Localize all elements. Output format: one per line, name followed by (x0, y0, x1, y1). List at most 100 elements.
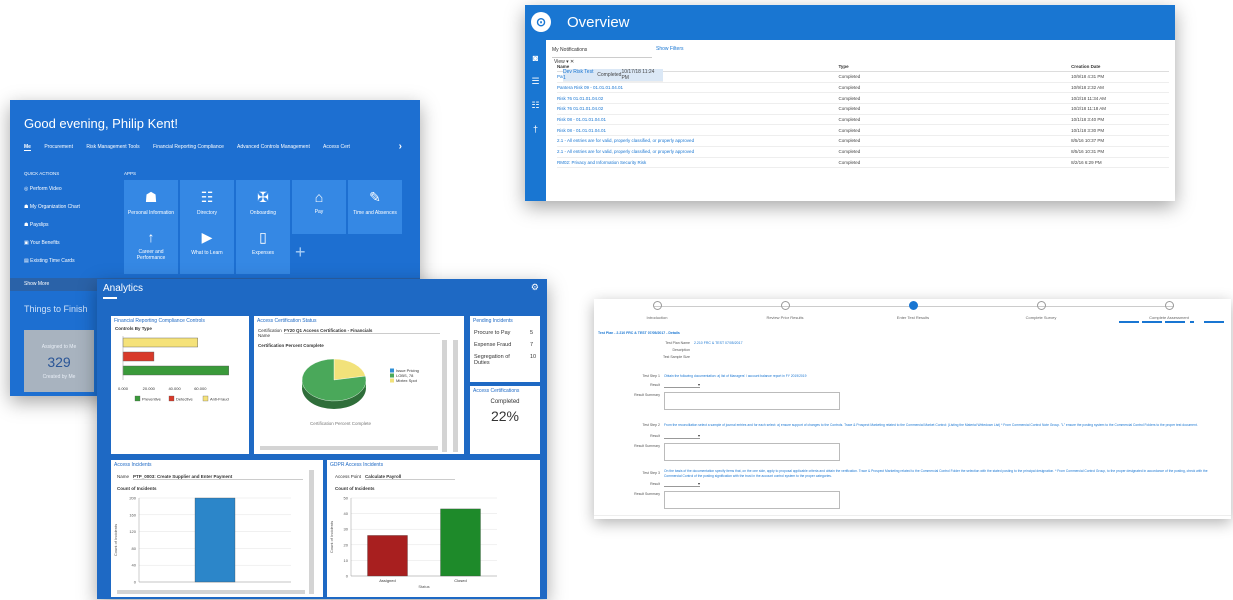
quick-action-item[interactable]: ◎ Perform Video (24, 186, 62, 192)
table-row[interactable]: 2.1 - All entries are for valid, properl… (557, 135, 1169, 147)
row-name[interactable]: 2.1 - All entries are for valid, properl… (557, 135, 839, 147)
panel-title: Access Certification Status (257, 318, 317, 324)
result-summary-textarea[interactable] (664, 491, 840, 509)
quick-action-label: Payslips (29, 222, 49, 228)
pending-incidents-panel: Pending Incidents Procure to Pay 5 Expen… (470, 316, 540, 382)
benefits-icon: ▣ (24, 240, 29, 246)
row-name[interactable]: Risk 08 - 01.01.01.04.01 (557, 114, 839, 126)
gear-icon[interactable]: ⚙ (531, 282, 539, 293)
app-logo-icon[interactable]: ⊙ (531, 12, 551, 32)
table-row[interactable]: Risk 76 01.01.01.04.02 Completed 10/2/18 1… (557, 103, 1169, 115)
table-row[interactable]: Dev Risk Test 1 Completed 10/17/18 11:24 P… (563, 69, 663, 82)
row-type: Completed (838, 103, 1072, 115)
add-tile-icon[interactable]: + (295, 242, 306, 263)
tab-risk-management-tools[interactable]: Risk Management Tools (86, 144, 139, 150)
y-tick-label: 20 (344, 542, 349, 547)
row-name[interactable]: Risk 76 01.01.01.04.02 (557, 92, 839, 105)
vertical-scrollbar[interactable] (453, 340, 458, 452)
tab-financial-reporting-compliance[interactable]: Financial Reporting Compliance (153, 144, 224, 150)
y-tick-label: 30 (344, 527, 349, 532)
test-step-text: Obtain the following documentation: a) l… (664, 374, 807, 378)
incident-name-select[interactable]: PTP_0003: Create Supplier and Enter Paym… (133, 474, 303, 480)
incident-label[interactable]: Expense Fraud (474, 342, 511, 348)
row-date: 10/17/18 11:24 PM (621, 69, 663, 82)
y-tick-label: 120 (129, 529, 136, 534)
assigned-to-me-card[interactable]: Assigned to Me 329 Created by Me (24, 330, 94, 392)
test-plan-window: Introduction Review Prior Results Enter … (594, 299, 1231, 519)
quick-action-item[interactable]: ☗ My Organization Chart (24, 204, 80, 210)
row-name[interactable]: Pantera Risk 09 - 01.01.01.04.01 (557, 82, 839, 94)
legend-swatch (390, 373, 394, 378)
divider (594, 515, 1231, 516)
tab-me[interactable]: Me (24, 144, 31, 151)
access-certifications-panel: Access Certifications Completed 22% (470, 386, 540, 454)
notifications-select[interactable]: My Notifications (552, 47, 652, 58)
list-icon[interactable]: ☰ (525, 76, 546, 87)
app-tile-expenses[interactable]: ▯ Expenses (236, 220, 290, 274)
home-tab-bar: Me Procurement Risk Management Tools Fin… (24, 141, 414, 152)
column-header-date[interactable]: Creation Date (1071, 62, 1169, 72)
step-review-prior-results[interactable]: Review Prior Results (730, 301, 840, 320)
step-circle-icon (780, 301, 790, 310)
table-row[interactable]: RM02: Privacy and Information Security R… (557, 157, 1169, 169)
incident-label[interactable]: Segregation of Duties (474, 354, 522, 366)
analytics-window: Analytics ⚙ Financial Reporting Complian… (97, 279, 547, 599)
table-row[interactable]: 2.1 - All entries are for valid, properl… (557, 146, 1169, 158)
person-icon[interactable]: † (525, 124, 546, 134)
step-complete-assessment[interactable]: Complete Assessment (1114, 301, 1224, 320)
test-plan-name-link[interactable]: 2.210 FRC & TEST 07/05/2017 (694, 341, 743, 345)
quick-action-item[interactable]: ☗ Payslips (24, 222, 49, 228)
legend-swatch (390, 378, 394, 383)
vertical-scrollbar[interactable] (309, 470, 314, 594)
incident-label[interactable]: Procure to Pay (474, 330, 510, 336)
frc-controls-panel: Financial Reporting Compliance Controls … (111, 316, 249, 454)
tabs-next-arrow-icon[interactable]: › (399, 141, 402, 152)
row-name[interactable]: RM02: Privacy and Information Security R… (557, 157, 839, 169)
group-icon[interactable]: ☷ (525, 100, 546, 111)
result-dropdown[interactable]: ▾ (664, 433, 700, 439)
tab-access-cert[interactable]: Access Cert (323, 144, 350, 150)
step-introduction[interactable]: Introduction (602, 301, 712, 320)
cert-name-select[interactable]: FY20 Q1 Access Certification - Financial… (284, 328, 440, 334)
show-filters-link[interactable]: Show Filters (656, 46, 684, 52)
app-tile-time-and-absences[interactable]: ✎ Time and Absences (348, 180, 402, 234)
app-tile-pay[interactable]: ⌂ Pay (292, 180, 346, 234)
app-tile-career-and-performance[interactable]: ↑ Career and Performance (124, 220, 178, 274)
horizontal-scrollbar[interactable] (260, 446, 438, 450)
column-header-type[interactable]: Type (838, 62, 1072, 72)
row-name[interactable]: Dev Risk Test 1 (563, 69, 598, 82)
completed-label: Completed (490, 399, 520, 405)
tab-advanced-controls-management[interactable]: Advanced Controls Management (237, 144, 310, 150)
analytics-title: Analytics (103, 283, 144, 294)
y-tick-label: 40 (132, 563, 137, 568)
x-tick-label: 20.000 (143, 386, 156, 391)
step-enter-test-results[interactable]: Enter Test Results (858, 301, 968, 320)
access-point-select[interactable]: Calculate Payroll (365, 474, 455, 480)
result-summary-textarea[interactable] (664, 443, 840, 461)
tile-label: Expenses (252, 250, 274, 256)
row-name[interactable]: Risk 08 - 01.01.01.04.01 (557, 124, 839, 137)
step-complete-survey[interactable]: Complete Survey (986, 301, 1096, 320)
table-row[interactable]: Pantera Risk 09 - 01.01.01.04.01 Complete… (557, 82, 1169, 94)
row-date: 8/5/16 10:31 PM (1071, 146, 1169, 158)
row-name[interactable]: 2.1 - All entries are for valid, properl… (557, 146, 839, 158)
result-summary-textarea[interactable] (664, 392, 840, 410)
section-heading[interactable]: Test Plan - 2.210 FRC & TEST 07/05/2017 … (598, 331, 680, 335)
result-dropdown[interactable]: ▾ (664, 382, 700, 388)
table-row[interactable]: Risk 08 - 01.01.01.04.01 Completed 10/1/18… (557, 114, 1169, 126)
app-tile-what-to-learn[interactable]: ▶ What to Learn (180, 220, 234, 274)
notification-icon[interactable]: ◙ (525, 53, 546, 63)
cert-name-label: Certification Name (258, 328, 282, 338)
apps-heading: APPS (124, 171, 137, 176)
tab-procurement[interactable]: Procurement (44, 144, 73, 150)
horizontal-scrollbar[interactable] (117, 590, 305, 594)
quick-action-item[interactable]: ▣ Your Benefits (24, 240, 60, 246)
table-row[interactable]: Risk 76 01.01.01.04.02 Completed 10/2/18 1… (557, 92, 1169, 105)
quick-action-item[interactable]: ▤ Existing Time Cards (24, 258, 75, 264)
vertical-scrollbar[interactable] (442, 340, 447, 452)
step-circle-icon (1164, 301, 1174, 310)
result-dropdown[interactable]: ▾ (664, 481, 700, 487)
chart-title: Count of Incidents (335, 486, 375, 491)
table-row[interactable]: Risk 08 - 01.01.01.04.01 Completed 10/1/18… (557, 124, 1169, 137)
row-name[interactable]: Risk 76 01.01.01.04.02 (557, 103, 839, 115)
